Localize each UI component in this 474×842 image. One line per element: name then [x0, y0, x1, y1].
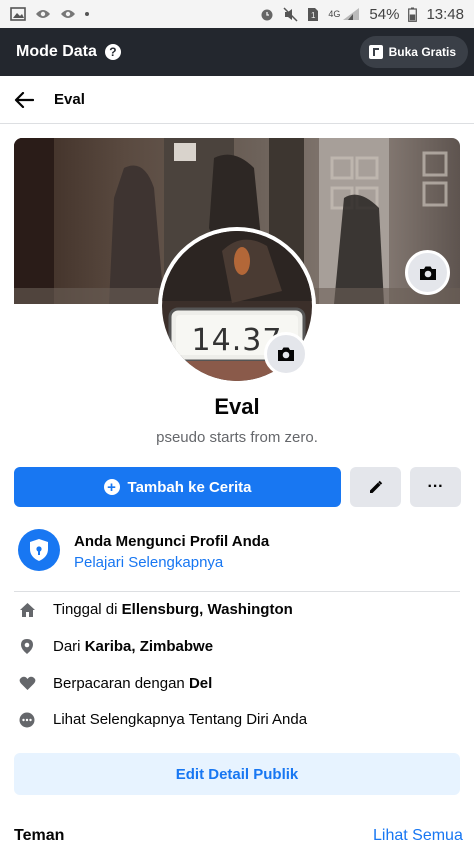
plus-icon: +: [103, 479, 120, 495]
see-all-friends-link[interactable]: Lihat Semua: [373, 827, 463, 842]
battery-percent: 54%: [369, 5, 400, 23]
network-type: 4G: [328, 8, 341, 19]
profile-bio: pseudo starts from zero.: [156, 429, 318, 446]
detail-from-prefix: Dari: [53, 638, 81, 655]
clock: 13:48: [426, 5, 464, 23]
signal-icon: 4G: [328, 7, 360, 21]
see-more-about-label: Lihat Selengkapnya Tentang Diri Anda: [53, 711, 308, 728]
notification-dot-icon: [85, 12, 89, 16]
mute-icon: [283, 6, 298, 22]
profile-lock-notice: Anda Mengunci Profil Anda Pelajari Selen…: [18, 529, 269, 571]
more-options-button[interactable]: ···: [410, 467, 461, 507]
open-free-button[interactable]: Buka Gratis: [359, 36, 468, 68]
detail-lives-prefix: Tinggal di: [53, 601, 118, 618]
pencil-icon: [370, 480, 383, 493]
add-to-story-label: Tambah ke Cerita: [127, 478, 252, 496]
data-mode-label: Mode Data: [16, 43, 97, 60]
data-mode-bar: Mode Data ? Buka Gratis: [0, 28, 474, 76]
sim-icon: 1: [307, 7, 319, 22]
detail-relationship: Berpacaran dengan Del: [18, 675, 212, 692]
detail-lives-in: Tinggal di Ellensburg, Washington: [18, 601, 293, 618]
camera-icon: [278, 347, 294, 361]
detail-relationship-value: Del: [188, 675, 213, 692]
detail-relationship-prefix: Berpacaran dengan: [53, 675, 185, 692]
detail-see-more[interactable]: Lihat Selengkapnya Tentang Diri Anda: [18, 711, 307, 728]
back-arrow-icon[interactable]: [14, 91, 34, 108]
heart-icon: [18, 676, 36, 691]
data-mode-title: Mode Data ?: [16, 43, 121, 61]
shield-lock-icon: [18, 529, 60, 571]
home-icon: [18, 602, 36, 618]
add-to-story-button[interactable]: + Tambah ke Cerita: [14, 467, 341, 507]
eye-icon: [60, 8, 76, 20]
friends-section-title: Teman: [14, 827, 65, 842]
detail-from: Dari Kariba, Zimbabwe: [18, 638, 213, 655]
page-title: Eval: [54, 91, 85, 108]
page-header: Eval: [0, 76, 474, 124]
gallery-icon: [10, 7, 26, 21]
edit-public-details-button[interactable]: Edit Detail Publik: [14, 753, 460, 795]
divider: [14, 591, 460, 592]
svg-text:1: 1: [311, 11, 316, 20]
more-dots-icon: [18, 712, 36, 728]
battery-icon: [408, 7, 418, 22]
eye-icon: [35, 8, 51, 20]
profile-name: Eval: [214, 394, 260, 419]
lock-title: Anda Mengunci Profil Anda: [74, 533, 270, 550]
camera-icon: [419, 266, 436, 280]
avatar-camera-button[interactable]: [264, 332, 308, 376]
status-bar: 1 4G 54% 13:48: [0, 0, 474, 28]
location-pin-icon: [18, 638, 36, 655]
detail-lives-value: Ellensburg, Washington: [121, 601, 293, 618]
alarm-icon: [260, 7, 274, 22]
free-mode-icon: [368, 45, 383, 59]
open-free-label: Buka Gratis: [388, 45, 456, 59]
help-icon[interactable]: ?: [104, 44, 121, 60]
cover-camera-button[interactable]: [405, 250, 450, 295]
detail-from-value: Kariba, Zimbabwe: [84, 638, 214, 655]
learn-more-link[interactable]: Pelajari Selengkapnya: [74, 554, 269, 571]
edit-profile-button[interactable]: [350, 467, 401, 507]
